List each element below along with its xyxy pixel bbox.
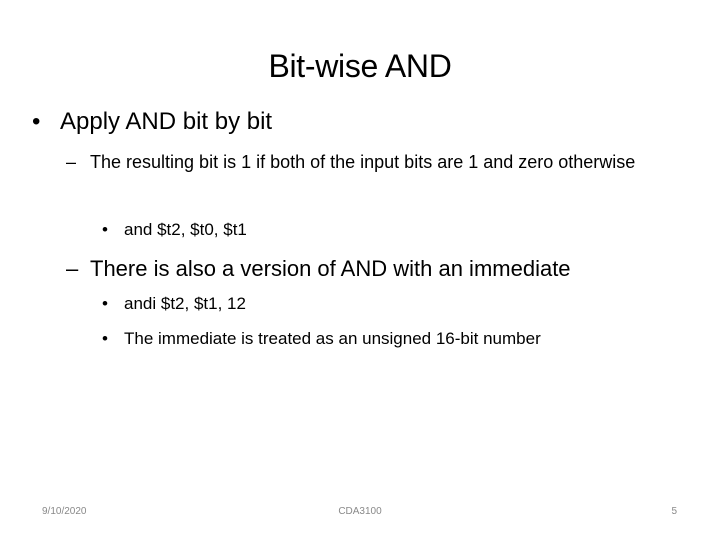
bullet-level2: – The resulting bit is 1 if both of the …: [66, 148, 670, 176]
bullet-level3: • The immediate is treated as an unsigned…: [102, 327, 541, 351]
bullet-text: The immediate is treated as an unsigned …: [124, 329, 541, 348]
bullet-text: Apply AND bit by bit: [60, 108, 273, 135]
bullet-marker: •: [102, 329, 108, 348]
bullet-text: There is also a version of AND with an i…: [90, 256, 571, 281]
dash-marker: –: [66, 152, 77, 172]
bullet-text: The resulting bit is 1 if both of the in…: [90, 152, 636, 172]
bullet-level1: • Apply AND bit by bit: [32, 106, 272, 138]
slide-title: Bit-wise AND: [268, 48, 452, 84]
footer-course: CDA3100: [338, 506, 382, 517]
bullet-text: andi $t2, $t1, 12: [124, 294, 246, 313]
footer-page-number: 5: [671, 506, 677, 517]
slide: Bit-wise AND • Apply AND bit by bit – The…: [0, 0, 720, 540]
bullet-level3: • andi $t2, $t1, 12: [102, 292, 246, 316]
bullet-marker: •: [102, 294, 108, 313]
bullet-level2: – There is also a version of AND with an…: [66, 254, 670, 284]
bullet-marker: •: [102, 220, 108, 239]
dash-marker: –: [66, 256, 79, 281]
bullet-marker: •: [32, 108, 41, 135]
bullet-text: and $t2, $t0, $t1: [124, 220, 247, 239]
bullet-level3: • and $t2, $t0, $t1: [102, 218, 247, 242]
